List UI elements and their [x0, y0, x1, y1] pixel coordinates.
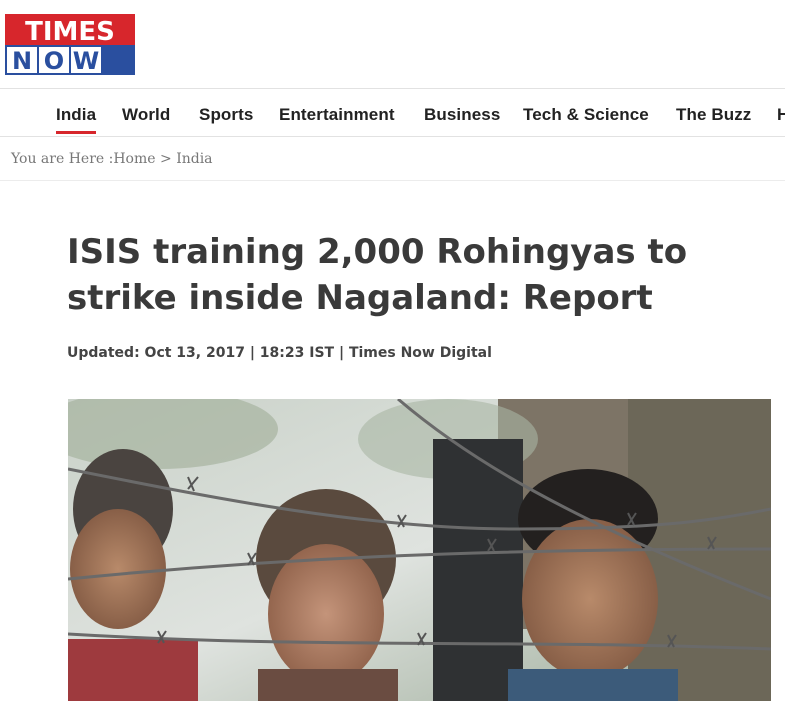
breadcrumb-divider [0, 180, 785, 181]
article-title: ISIS training 2,000 Rohingyas to strike … [67, 232, 688, 318]
svg-text:W: W [73, 47, 99, 75]
nav-item-entertainment[interactable]: Entertainment [279, 105, 395, 125]
nav-item-the-buzz[interactable]: The Buzz [676, 105, 751, 125]
article-hero-image [68, 399, 771, 701]
svg-text:O: O [44, 47, 64, 75]
breadcrumb-home-link[interactable]: Home [113, 151, 155, 167]
site-header: TIMES N O W [0, 0, 785, 89]
breadcrumb: You are Here :Home > India [11, 151, 213, 167]
breadcrumb-prefix: You are Here [11, 151, 105, 167]
nav-item-tech-science[interactable]: Tech & Science [523, 105, 649, 125]
breadcrumb-arrow: > [160, 151, 172, 167]
main-nav: India World Sports Entertainment Busines… [0, 89, 785, 137]
nav-item-sports[interactable]: Sports [199, 105, 253, 125]
breadcrumb-current[interactable]: India [176, 151, 212, 167]
nav-item-india[interactable]: India [56, 105, 97, 134]
svg-text:N: N [12, 47, 32, 75]
times-now-logo[interactable]: TIMES N O W [5, 14, 135, 75]
nav-item-overflow[interactable]: H [777, 105, 785, 125]
nav-item-world[interactable]: World [122, 105, 170, 125]
nav-item-business[interactable]: Business [424, 105, 500, 125]
svg-text:TIMES: TIMES [25, 17, 115, 47]
article-meta: Updated: Oct 13, 2017 | 18:23 IST | Time… [67, 345, 492, 361]
